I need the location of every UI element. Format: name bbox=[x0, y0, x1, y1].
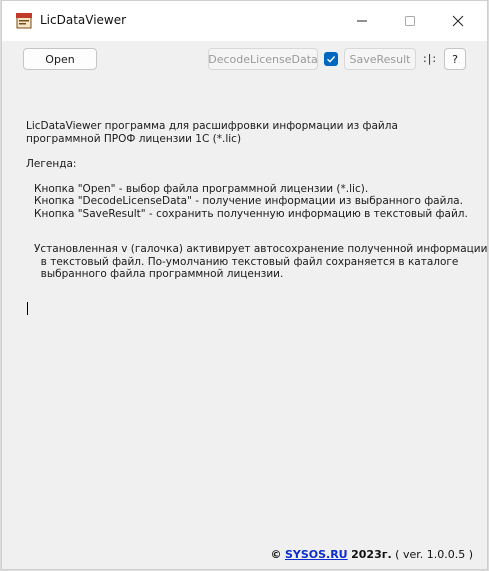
legend-list: Кнопка "Open" - выбор файла программной … bbox=[26, 183, 476, 221]
legend-item-saveresult: Кнопка "SaveResult" - сохранить полученн… bbox=[34, 207, 468, 220]
note-line: выбранного файла программной лицензии. bbox=[34, 268, 284, 280]
intro-text: LicDataViewer программа для расшифровки … bbox=[26, 120, 398, 145]
app-icon bbox=[15, 12, 33, 30]
app-window: LicDataViewer Open DecodeLicenseData Sav… bbox=[1, 0, 488, 570]
maximize-button[interactable] bbox=[400, 11, 420, 31]
note-line: в текстовый файл. По-умолчанию текстовый… bbox=[34, 255, 459, 268]
autosave-note: Установленная v (галочка) активирует авт… bbox=[26, 243, 488, 281]
main-content: Open DecodeLicenseData SaveResult :|: ? … bbox=[2, 41, 487, 569]
minimize-icon bbox=[357, 20, 367, 22]
close-icon bbox=[452, 15, 464, 27]
site-link[interactable]: SYSOS.RU bbox=[285, 548, 348, 561]
save-result-button[interactable]: SaveResult bbox=[344, 48, 416, 70]
autosave-checkbox[interactable] bbox=[324, 52, 338, 66]
footer: © SYSOS.RU 2023г. ( ver. 1.0.0.5 ) bbox=[270, 548, 473, 561]
note-line: Установленная v (галочка) активирует авт… bbox=[34, 243, 488, 255]
legend-item-open: Кнопка "Open" - выбор файла программной … bbox=[34, 182, 369, 195]
text-caret bbox=[27, 302, 28, 315]
minimize-button[interactable] bbox=[352, 11, 372, 31]
open-button[interactable]: Open bbox=[23, 48, 97, 70]
close-button[interactable] bbox=[448, 11, 468, 31]
decode-license-data-button[interactable]: DecodeLicenseData bbox=[208, 48, 318, 70]
title-bar[interactable]: LicDataViewer bbox=[2, 1, 487, 41]
checkmark-icon bbox=[327, 56, 336, 63]
copyright-year: 2023г. bbox=[351, 548, 392, 561]
copyright-sign: © bbox=[270, 548, 282, 561]
legend-item-decode: Кнопка "DecodeLicenseData" - получение и… bbox=[34, 195, 463, 207]
version-label: ( ver. 1.0.0.5 ) bbox=[395, 548, 473, 561]
help-button[interactable]: ? bbox=[444, 48, 466, 70]
window-title: LicDataViewer bbox=[40, 13, 127, 27]
splitter-toggle[interactable]: :|: bbox=[423, 52, 437, 65]
maximize-icon bbox=[405, 16, 415, 26]
info-text-area[interactable]: LicDataViewer программа для расшифровки … bbox=[26, 120, 488, 281]
legend-title: Легенда: bbox=[26, 158, 77, 170]
